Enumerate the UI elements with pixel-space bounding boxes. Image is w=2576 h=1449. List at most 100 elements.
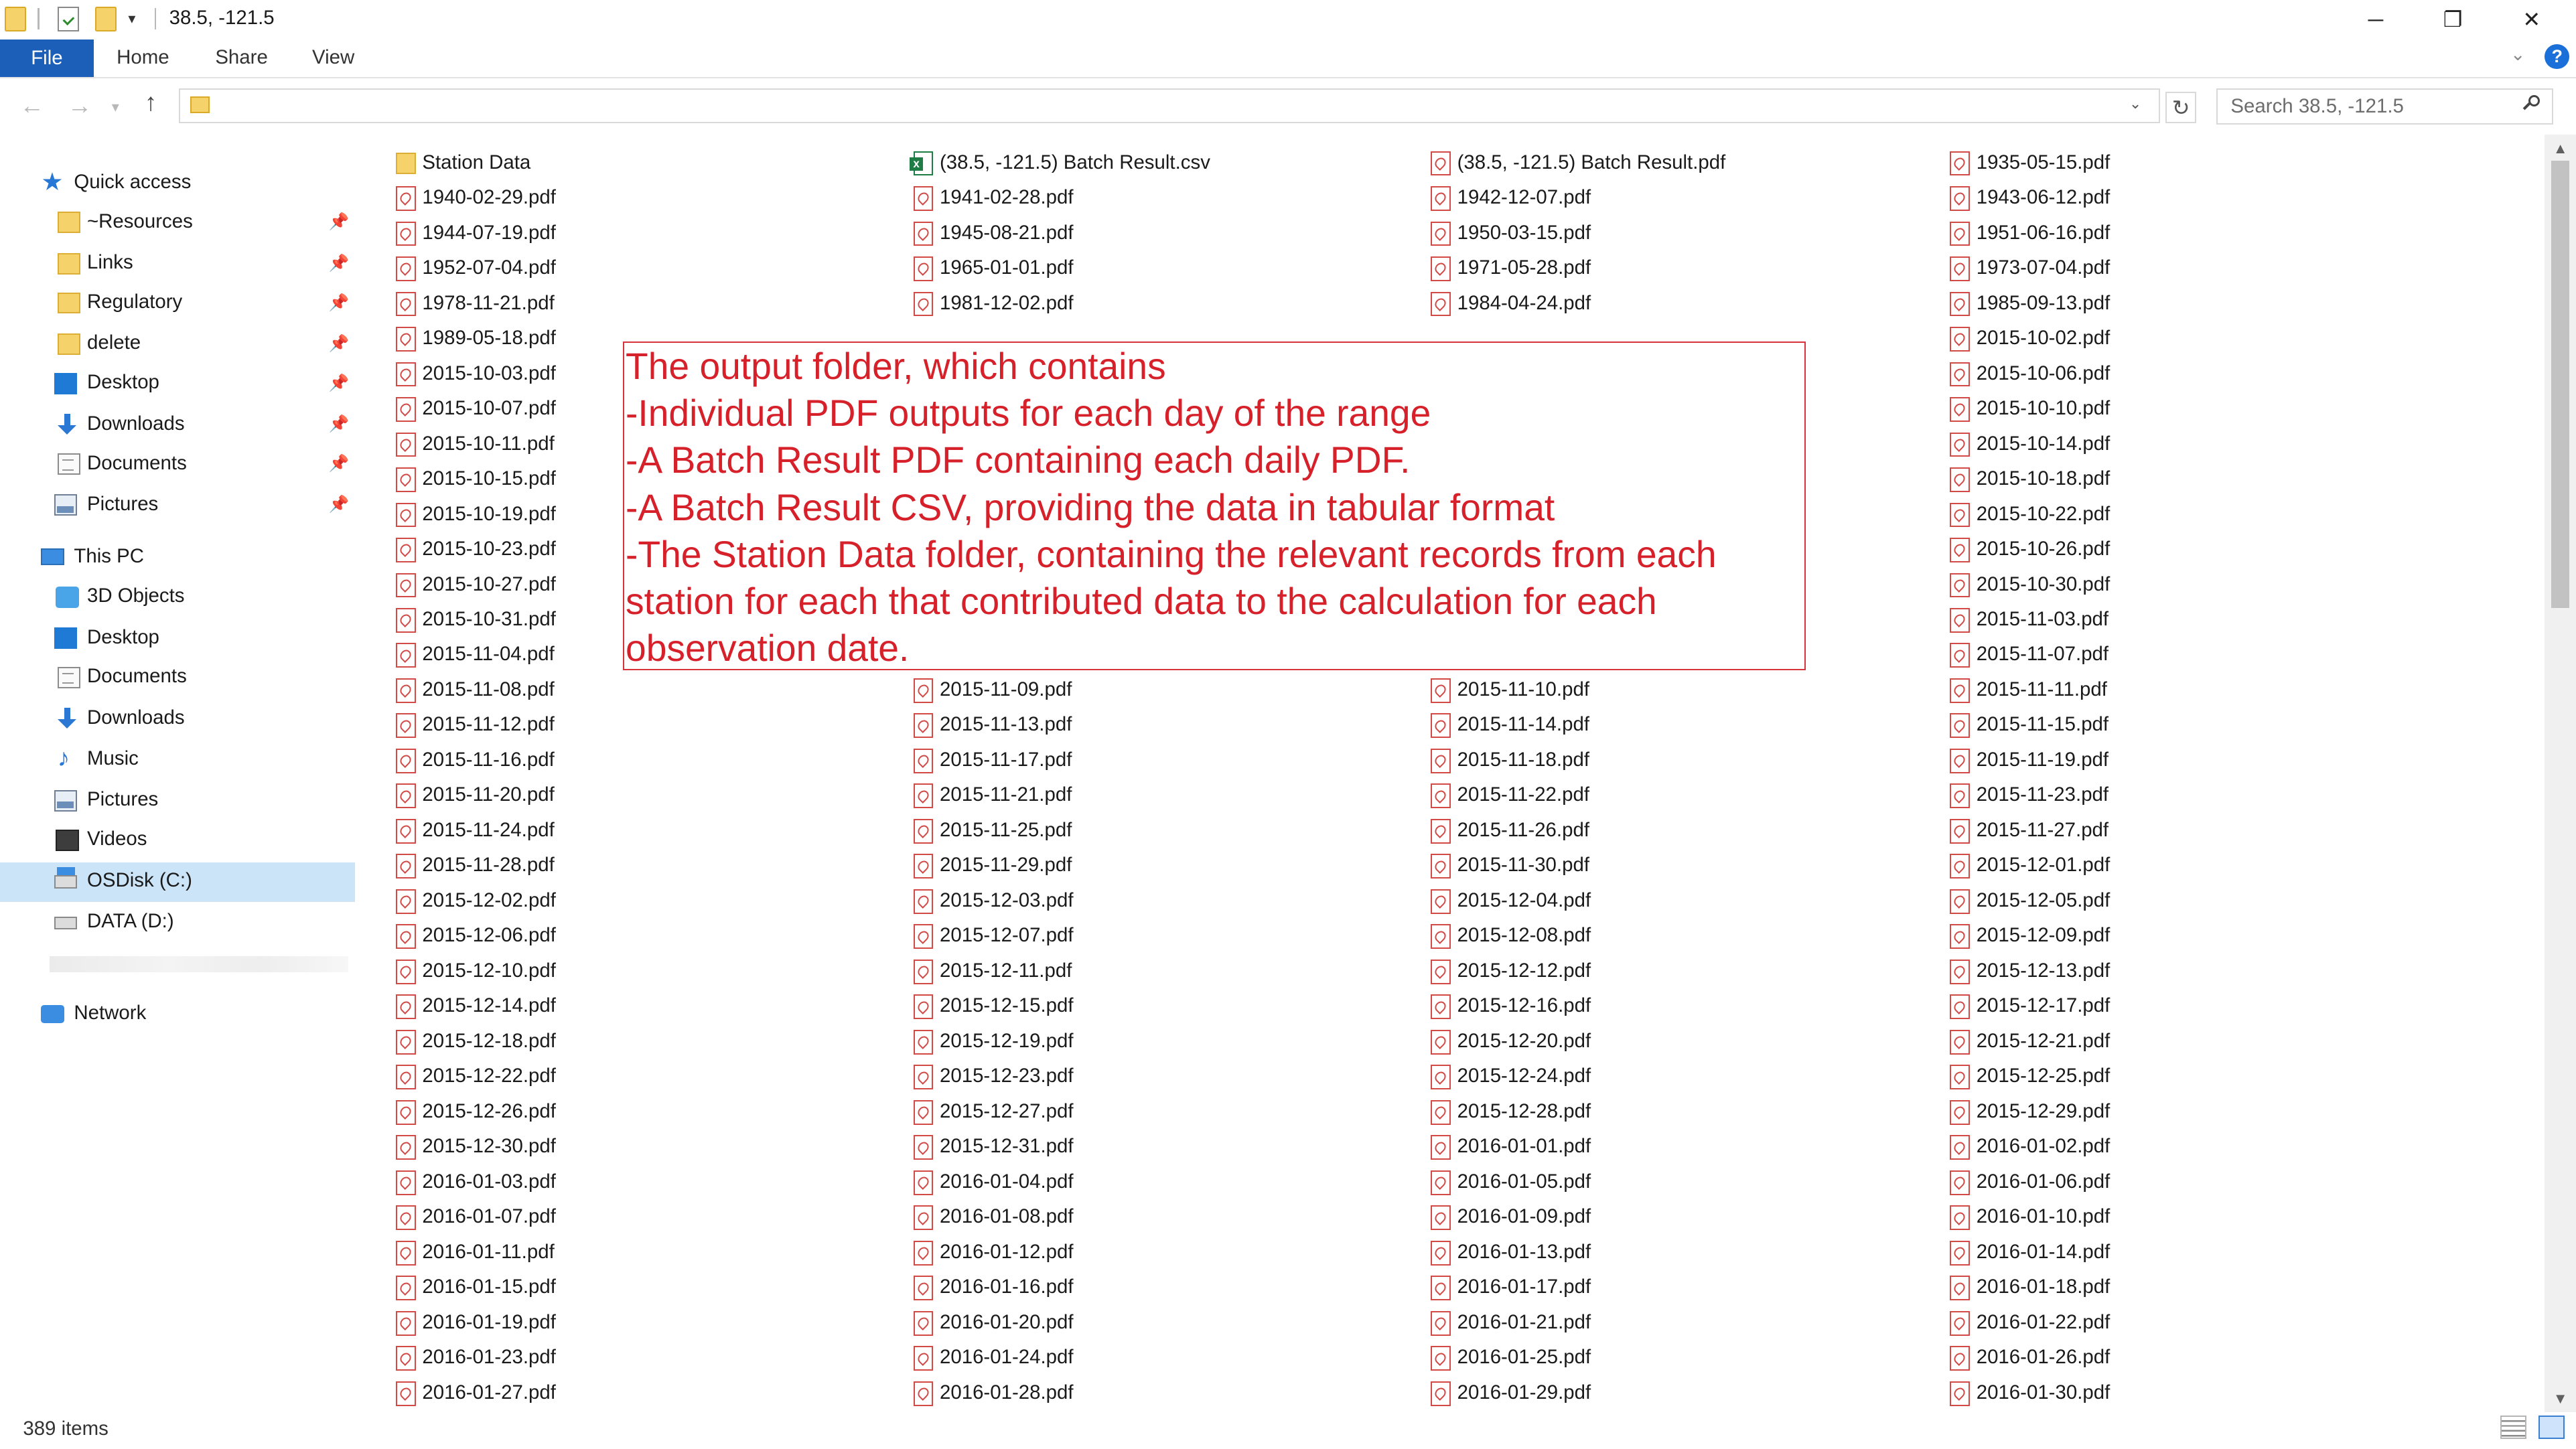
file-name: 2015-11-11.pdf [1976, 678, 2107, 700]
tab-view[interactable]: View [312, 46, 354, 69]
pdf-file-icon [1431, 1346, 1451, 1371]
scroll-up-arrow-icon[interactable]: ▲ [2545, 135, 2576, 163]
quick-access-toolbar-dropdown[interactable]: ▾ [128, 10, 135, 27]
sidebar-item-desktop[interactable]: Desktop 📌 [0, 365, 355, 404]
pdf-file-icon [1431, 959, 1451, 984]
up-arrow-icon[interactable]: ↑ [145, 88, 157, 117]
large-icons-view-icon[interactable] [2538, 1416, 2565, 1439]
help-icon[interactable]: ? [2545, 44, 2570, 69]
sidebar-item-pictures-pc[interactable]: Pictures [0, 782, 355, 822]
pdf-file-icon [913, 678, 934, 703]
recent-locations-chevron-icon[interactable]: ▾ [112, 98, 119, 116]
sidebar-item-this-pc[interactable]: This PC [0, 539, 355, 579]
file-name: 2015-12-06.pdf [422, 924, 556, 947]
navigation-pane: ★ Quick access ~Resources 📌 Links 📌 Regu… [0, 154, 357, 1413]
pdf-file-icon [1950, 924, 1970, 949]
3d-objects-icon [56, 586, 79, 608]
pin-icon[interactable]: 📌 [329, 414, 350, 434]
vertical-scrollbar[interactable]: ▲ ▼ [2545, 135, 2576, 1413]
sidebar-item-label: Documents [86, 665, 187, 688]
sidebar-item-links[interactable]: Links 📌 [0, 244, 355, 284]
file-name: 2015-12-17.pdf [1976, 994, 2110, 1017]
forward-arrow-icon[interactable]: → [68, 92, 92, 120]
sidebar-item-downloads[interactable]: Downloads 📌 [0, 406, 355, 445]
search-icon[interactable] [2522, 94, 2542, 115]
pdf-file-icon [1431, 186, 1451, 211]
file-name: 1981-12-02.pdf [939, 291, 1074, 314]
pictures-icon [54, 494, 78, 516]
pdf-file-icon [396, 608, 416, 633]
search-input[interactable]: Search 38.5, -121.5 [2216, 88, 2553, 125]
sidebar-item-pictures[interactable]: Pictures 📌 [0, 486, 355, 526]
sidebar-item-label: DATA (D:) [86, 909, 174, 932]
expand-ribbon-chevron-icon[interactable]: ⌄ [2510, 44, 2526, 65]
sidebar-item-label: Desktop [86, 371, 159, 394]
sidebar-item-network[interactable]: Network [0, 995, 355, 1035]
sidebar-item-quick-access[interactable]: ★ Quick access [0, 164, 355, 204]
pin-icon[interactable]: 📌 [329, 293, 350, 313]
file-name: 2015-10-06.pdf [1976, 362, 2110, 384]
pictures-icon [54, 789, 78, 812]
pin-icon[interactable]: 📌 [329, 212, 350, 232]
pin-icon[interactable]: 📌 [329, 373, 350, 393]
sidebar-item-label: 3D Objects [86, 585, 185, 607]
sidebar-item-osdisk-c[interactable]: OSDisk (C:) [0, 862, 355, 902]
sidebar-item-documents-pc[interactable]: Documents [0, 659, 355, 698]
pin-icon[interactable]: 📌 [329, 453, 350, 473]
address-bar[interactable] [179, 88, 2161, 123]
file-name: 1971-05-28.pdf [1457, 256, 1591, 279]
refresh-icon[interactable]: ↻ [2165, 92, 2197, 123]
computer-icon [41, 548, 64, 565]
file-name: 2016-01-26.pdf [1976, 1346, 2110, 1369]
file-name: 2015-11-26.pdf [1457, 818, 1589, 841]
pdf-file-icon [1431, 678, 1451, 703]
file-name: 1941-02-28.pdf [939, 186, 1074, 209]
file-name: 2016-01-02.pdf [1976, 1135, 2110, 1158]
new-folder-icon[interactable] [95, 6, 117, 31]
sidebar-item-desktop-pc[interactable]: Desktop [0, 619, 355, 659]
tab-file[interactable]: File [0, 39, 94, 78]
close-button[interactable]: ✕ [2494, 0, 2569, 40]
sidebar-item-videos[interactable]: Videos [0, 821, 355, 860]
file-name: 2016-01-20.pdf [939, 1310, 1074, 1333]
sidebar-item-music[interactable]: ♪ Music [0, 741, 355, 780]
file-name: 2015-10-27.pdf [422, 573, 556, 595]
pdf-file-icon [913, 748, 934, 773]
file-name: 2015-12-12.pdf [1457, 959, 1591, 982]
sidebar-item-3d-objects[interactable]: 3D Objects [0, 578, 355, 617]
pin-icon[interactable]: 📌 [329, 333, 350, 354]
scroll-down-arrow-icon[interactable]: ▼ [2545, 1385, 2576, 1413]
sidebar-item-regulatory[interactable]: Regulatory 📌 [0, 284, 355, 323]
sidebar-item-downloads-pc[interactable]: Downloads [0, 700, 355, 739]
file-name: 1985-09-13.pdf [1976, 291, 2110, 314]
pdf-file-icon [1431, 713, 1451, 739]
file-name: 2015-12-14.pdf [422, 994, 556, 1017]
sidebar-item-resources[interactable]: ~Resources 📌 [0, 204, 355, 243]
details-view-icon[interactable] [2500, 1416, 2527, 1439]
pdf-file-icon [1431, 1205, 1451, 1231]
restore-button[interactable]: ❐ [2415, 0, 2491, 40]
file-name: 2015-10-14.pdf [1976, 432, 2110, 455]
sidebar-item-documents[interactable]: Documents 📌 [0, 445, 355, 485]
scrollbar-thumb[interactable] [2551, 161, 2570, 608]
folder-icon [5, 6, 27, 31]
file-name: 2015-12-03.pdf [939, 889, 1074, 911]
sidebar-item-data-d[interactable]: DATA (D:) [0, 903, 355, 943]
file-name: 2016-01-29.pdf [1457, 1381, 1591, 1403]
pin-icon[interactable]: 📌 [329, 253, 350, 273]
pdf-file-icon [913, 1240, 934, 1266]
pdf-file-icon [396, 1381, 416, 1406]
pdf-file-icon [396, 1276, 416, 1301]
tab-home[interactable]: Home [117, 46, 169, 69]
address-dropdown-icon[interactable]: ⌄ [2129, 95, 2142, 112]
sidebar-item-delete[interactable]: delete 📌 [0, 325, 355, 365]
minimize-button[interactable]: ─ [2338, 0, 2413, 40]
file-name: 1944-07-19.pdf [422, 221, 556, 244]
tab-share[interactable]: Share [215, 46, 268, 69]
pin-icon[interactable]: 📌 [329, 494, 350, 514]
file-name: 1943-06-12.pdf [1976, 186, 2110, 209]
back-arrow-icon[interactable]: ← [19, 92, 44, 120]
file-name: 2015-12-19.pdf [939, 1029, 1074, 1052]
properties-icon[interactable] [57, 6, 79, 31]
file-name: 2015-11-09.pdf [939, 678, 1072, 700]
